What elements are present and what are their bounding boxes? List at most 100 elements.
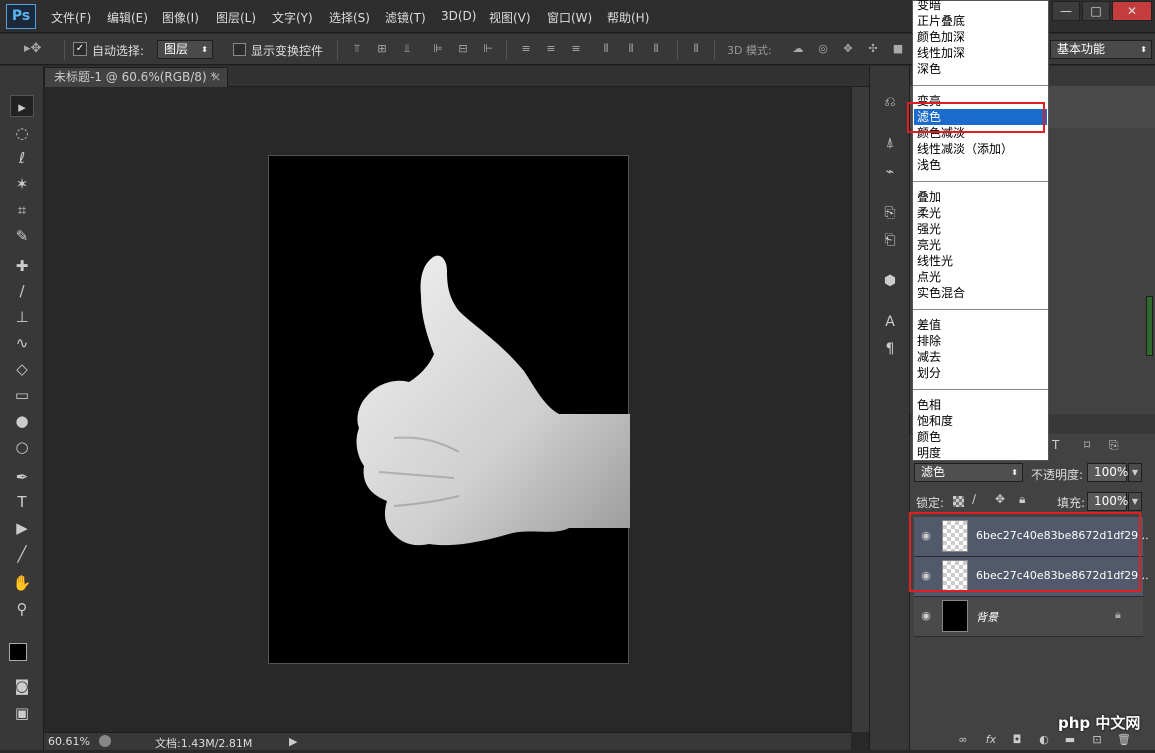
- align-left-icon[interactable]: ⊫: [430, 42, 446, 56]
- clone-source-icon[interactable]: ⎘: [878, 202, 902, 224]
- move-tool-icon[interactable]: ▸: [10, 95, 34, 117]
- brush-panel-icon[interactable]: ⍋: [878, 132, 902, 154]
- fill-dropdown-icon[interactable]: ▼: [1128, 492, 1142, 511]
- menu-window[interactable]: 窗口(W): [547, 9, 592, 26]
- hand-tool-icon[interactable]: ✋: [10, 572, 34, 594]
- filter-smart-icon[interactable]: ⎘: [1109, 438, 1119, 453]
- blend-mode-select[interactable]: 滤色 ⬍: [914, 463, 1023, 482]
- workspace-dropdown[interactable]: 基本功能 ⬍: [1050, 40, 1152, 59]
- character-panel-icon[interactable]: A: [878, 311, 902, 333]
- distribute-vcenter-icon[interactable]: ≡: [543, 42, 559, 56]
- distribute-top-icon[interactable]: ≡: [518, 42, 534, 56]
- align-bottom-icon[interactable]: ⫫: [399, 42, 415, 56]
- crop-tool-icon[interactable]: ⌗: [10, 199, 34, 221]
- blur-tool-icon[interactable]: ●: [10, 410, 34, 432]
- minimize-icon[interactable]: —: [1052, 1, 1080, 21]
- blend-option-multiply[interactable]: 正片叠底: [917, 13, 965, 29]
- distribute-hcenter-icon[interactable]: ⦀: [623, 42, 639, 56]
- menu-3d[interactable]: 3D(D): [441, 9, 476, 23]
- align-hcenter-icon[interactable]: ⊟: [455, 42, 471, 56]
- 3d-rotate-icon[interactable]: ☁: [790, 42, 806, 56]
- menu-file[interactable]: 文件(F): [51, 9, 91, 26]
- path-selection-icon[interactable]: ▶: [10, 517, 34, 539]
- blend-option-vivid-light[interactable]: 亮光: [917, 237, 941, 253]
- lock-position-icon[interactable]: ✥: [995, 492, 1005, 506]
- zoom-tool-icon[interactable]: ⚲: [10, 598, 34, 620]
- menu-filter[interactable]: 滤镜(T): [385, 9, 426, 26]
- blend-option-darken[interactable]: 变暗: [917, 0, 941, 13]
- blend-option-exclusion[interactable]: 排除: [917, 333, 941, 349]
- menu-help[interactable]: 帮助(H): [607, 9, 649, 26]
- 3d-slide-icon[interactable]: ✣: [865, 42, 881, 56]
- 3d-drag-icon[interactable]: ✥: [840, 42, 856, 56]
- foreground-color-swatch[interactable]: [9, 643, 27, 661]
- opacity-dropdown-icon[interactable]: ▼: [1128, 463, 1142, 482]
- pen-tool-icon[interactable]: ✒: [10, 466, 34, 488]
- eraser-tool-icon[interactable]: ◇: [10, 358, 34, 380]
- auto-align-icon[interactable]: ⫴: [688, 42, 704, 56]
- opacity-input[interactable]: 100%: [1087, 463, 1128, 482]
- blend-option-darker-color[interactable]: 深色: [917, 61, 941, 77]
- align-top-icon[interactable]: ⫪: [349, 42, 365, 56]
- clone-stamp-icon[interactable]: ⊥: [10, 306, 34, 328]
- blend-option-hard-light[interactable]: 强光: [917, 221, 941, 237]
- menu-layer[interactable]: 图层(L): [216, 9, 256, 26]
- brush-tool-icon[interactable]: ∕: [10, 280, 34, 302]
- add-mask-icon[interactable]: ◘: [1010, 733, 1024, 747]
- distribute-left-icon[interactable]: ⦀: [598, 42, 614, 56]
- brush-presets-icon[interactable]: ⌁: [878, 161, 902, 183]
- new-group-icon[interactable]: ▬: [1063, 733, 1077, 747]
- blend-option-soft-light[interactable]: 柔光: [917, 205, 941, 221]
- healing-brush-icon[interactable]: ✚: [10, 255, 34, 277]
- close-icon[interactable]: ✕: [1112, 1, 1152, 21]
- history-brush-icon[interactable]: ∿: [10, 332, 34, 354]
- blend-option-color[interactable]: 颜色: [917, 429, 941, 445]
- layer-row[interactable]: ◉ 背景 🔒︎: [914, 597, 1143, 637]
- line-tool-icon[interactable]: ╱: [10, 543, 34, 565]
- magic-wand-icon[interactable]: ✶: [10, 173, 34, 195]
- delete-layer-icon[interactable]: 🗑︎: [1117, 733, 1131, 747]
- distribute-right-icon[interactable]: ⦀: [648, 42, 664, 56]
- blend-option-color-burn[interactable]: 颜色加深: [917, 29, 965, 45]
- blend-option-saturation[interactable]: 饱和度: [917, 413, 953, 429]
- blend-option-divide[interactable]: 划分: [917, 365, 941, 381]
- eyedropper-icon[interactable]: ✎: [10, 225, 34, 247]
- blend-option-luminosity[interactable]: 明度: [917, 445, 941, 461]
- auto-select-dropdown[interactable]: 图层 ⬍: [157, 40, 213, 59]
- blend-option-subtract[interactable]: 减去: [917, 349, 941, 365]
- link-layers-icon[interactable]: ∞: [956, 733, 970, 747]
- screen-mode-icon[interactable]: ▣: [10, 702, 34, 724]
- adjustment-layer-icon[interactable]: ◐: [1037, 733, 1051, 747]
- filter-shape-icon[interactable]: ⌑: [1084, 438, 1090, 452]
- blend-option-linear-burn[interactable]: 线性加深: [917, 45, 965, 61]
- 3d-panel-icon[interactable]: ⬢: [878, 270, 902, 292]
- blend-option-overlay[interactable]: 叠加: [917, 189, 941, 205]
- blend-option-pin-light[interactable]: 点光: [917, 269, 941, 285]
- document-canvas[interactable]: [268, 155, 630, 664]
- menu-image[interactable]: 图像(I): [162, 9, 199, 26]
- history-panel-icon[interactable]: ⎌: [878, 91, 902, 113]
- filter-type-icon[interactable]: T: [1052, 438, 1059, 452]
- distribute-bottom-icon[interactable]: ≡: [568, 42, 584, 56]
- 3d-scale-icon[interactable]: ■: [890, 42, 906, 56]
- layer-style-icon[interactable]: fx: [984, 733, 998, 747]
- menu-select[interactable]: 选择(S): [329, 9, 370, 26]
- tool-presets-icon[interactable]: ⎗: [878, 229, 902, 251]
- zoom-level[interactable]: 60.61%: [48, 735, 90, 748]
- vertical-scrollbar[interactable]: [851, 87, 869, 732]
- lasso-tool-icon[interactable]: ℓ: [10, 147, 34, 169]
- blend-option-hue[interactable]: 色相: [917, 397, 941, 413]
- type-tool-icon[interactable]: T: [10, 491, 34, 513]
- 3d-roll-icon[interactable]: ◎: [815, 42, 831, 56]
- fill-input[interactable]: 100%: [1087, 492, 1128, 511]
- lock-all-icon[interactable]: 🔒︎: [1019, 492, 1025, 507]
- lock-brush-icon[interactable]: ∕: [972, 492, 976, 506]
- quick-mask-icon[interactable]: ◙: [10, 675, 34, 697]
- blend-option-hard-mix[interactable]: 实色混合: [917, 285, 965, 301]
- visibility-eye-icon[interactable]: ◉: [918, 609, 934, 623]
- move-tool-icon[interactable]: ▸✥: [24, 42, 41, 56]
- status-info-icon[interactable]: [99, 735, 111, 747]
- panel-scroll-thumb[interactable]: [1146, 296, 1153, 356]
- gradient-tool-icon[interactable]: ▭: [10, 384, 34, 406]
- blend-option-linear-light[interactable]: 线性光: [917, 253, 953, 269]
